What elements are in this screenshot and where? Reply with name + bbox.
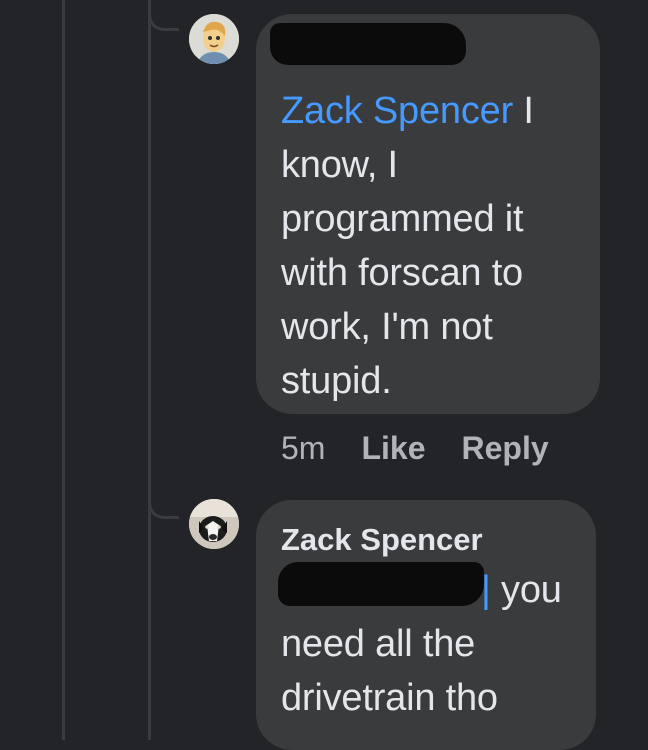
comment-bubble: Zack Spencer I know, I programmed it wit… xyxy=(256,14,600,414)
like-button[interactable]: Like xyxy=(361,426,425,470)
mention-link[interactable]: Zack Spencer xyxy=(281,90,513,132)
reply-connector xyxy=(148,494,179,519)
comment-author[interactable]: Zack Spencer xyxy=(281,520,572,560)
reply-button[interactable]: Reply xyxy=(461,426,548,470)
dog-photo-avatar-icon xyxy=(189,499,239,549)
comment-bubble: Zack Spencer | you need all the drivetra… xyxy=(256,500,596,750)
comment-body: I know, I programmed it with forscan to … xyxy=(281,90,534,402)
redacted-name xyxy=(270,23,466,65)
avatar[interactable] xyxy=(189,14,239,64)
redacted-name xyxy=(278,562,484,606)
comment-text: Zack Spencer I know, I programmed it wit… xyxy=(281,84,576,408)
thread-line-inner xyxy=(148,0,151,740)
reply-connector xyxy=(148,6,179,31)
comment-timestamp: 5m xyxy=(281,430,326,466)
thread-line-outer xyxy=(62,0,65,740)
cartoon-avatar-icon xyxy=(189,14,239,64)
comment-actions: 5m Like Reply xyxy=(281,426,585,470)
avatar[interactable] xyxy=(189,499,239,549)
